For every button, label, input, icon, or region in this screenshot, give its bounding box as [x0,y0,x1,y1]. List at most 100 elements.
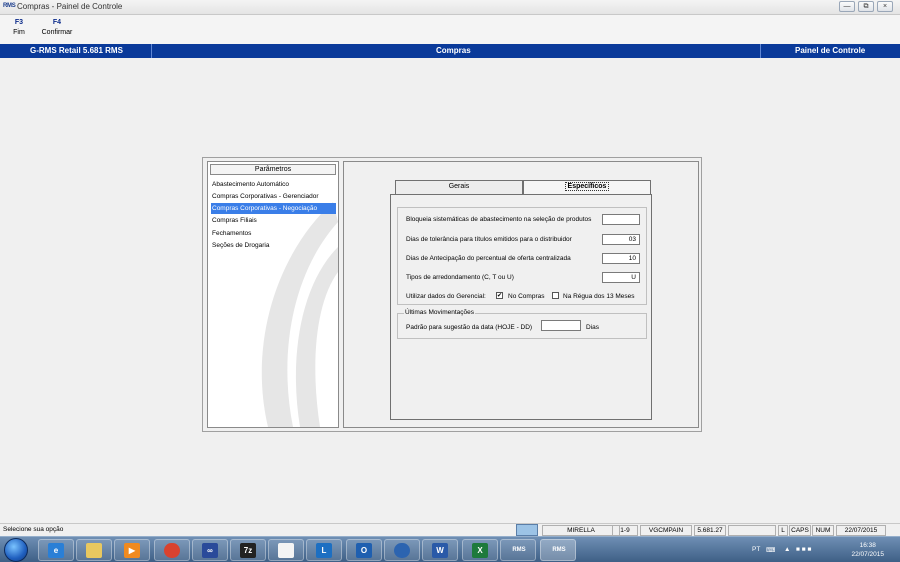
parameters-group: Bloqueia sistemáticas de abastecimento n… [397,207,647,305]
status-company: 1-9 [612,525,638,536]
parameters-header: Parâmetros [210,164,336,175]
ultimas-movimentacoes-legend: Últimas Movimentações [404,309,475,316]
minimize-button[interactable]: — [839,1,855,12]
function-key-bar: F3 Fim F4 Confirmar [0,15,900,44]
taskbar-lync[interactable]: L [306,539,342,561]
status-version: 5.681.27 [694,525,726,536]
taskbar-excel[interactable]: X [462,539,498,561]
regua-13-meses-checkbox[interactable] [552,292,559,299]
tipos-arredondamento-field[interactable]: U [602,272,640,283]
status-user: MIRELLA [542,525,620,536]
tab-especificos[interactable]: Específicos [523,180,651,195]
status-empty [728,525,776,536]
taskbar-connector[interactable]: ∞ [192,539,228,561]
param-item-abastecimento[interactable]: Abastecimento Automático [211,179,336,190]
network-icon [394,543,410,558]
taskbar-rms-1[interactable]: RMS [500,539,536,561]
keyboard-icon [516,524,538,536]
module-header-bar: G-RMS Retail 5.681 RMS Compras Painel de… [0,44,900,58]
taskbar-network[interactable] [384,539,420,561]
lync-icon: L [316,543,332,558]
param-item-secoes-drogaria[interactable]: Seções de Drogaria [211,240,336,251]
regua-13-meses-label: Na Régua dos 13 Meses [563,293,635,300]
window-title: Compras - Painel de Controle [17,2,123,11]
f3-fim-button[interactable]: F3 Fim [10,19,28,36]
tab-gerais-label: Gerais [448,183,470,190]
chrome-icon [164,543,180,558]
status-bar: Selecione sua opção MIRELLA 1-9 VGCMPAIN… [0,523,900,536]
screen-name-label: Painel de Controle [795,46,866,55]
excel-icon: X [472,543,488,558]
dias-tolerancia-label: Dias de tolerância para títulos emitidos… [406,236,572,243]
taskbar-chrome[interactable] [154,539,190,561]
internet-explorer-icon: e [48,543,64,558]
status-message: Selecione sua opção [3,526,64,533]
f3-action-label: Fim [13,29,25,36]
windows-taskbar: e ▶ ∞ 7z L O W X RMS RMS PT ⌨ ▲ ■ ■ ■ 16… [0,536,900,562]
7zip-icon: 7z [240,543,256,558]
taskbar-7zip[interactable]: 7z [230,539,266,561]
connector-icon: ∞ [202,543,218,558]
taskbar-media-player[interactable]: ▶ [114,539,150,561]
parameters-list: Parâmetros Abastecimento Automático Comp… [207,161,339,428]
taskbar-outlook[interactable]: O [346,539,382,561]
show-hidden-icons-icon[interactable]: ▲ [784,546,790,553]
dias-suffix: Dias [586,324,600,331]
status-caps: CAPS [789,525,811,536]
no-compras-label: No Compras [508,293,545,300]
taskbar-file-explorer[interactable] [76,539,112,561]
dias-tolerancia-field[interactable]: 03 [602,234,640,245]
header-divider [760,44,761,58]
clock-time: 16:38 [859,542,876,549]
status-program: VGCMPAIN [640,525,692,536]
bloqueia-field[interactable] [602,214,640,225]
f4-confirmar-button[interactable]: F4 Confirmar [38,19,76,36]
folder-icon [86,543,102,558]
app-logo-icon: RMS [3,3,16,9]
rms-icon: RMS [552,547,566,553]
header-divider [151,44,152,58]
start-button[interactable] [4,538,28,562]
param-item-compras-filiais[interactable]: Compras Filiais [211,215,336,226]
close-button[interactable]: × [877,1,893,12]
module-name-label: Compras [436,46,471,55]
tab-especificos-label: Específicos [564,182,610,191]
f3-key-label: F3 [14,19,24,26]
f4-key-label: F4 [52,19,62,26]
tab-gerais[interactable]: Gerais [395,180,523,194]
status-num: NUM [812,525,834,536]
control-panel: Parâmetros Abastecimento Automático Comp… [202,157,702,432]
ultimas-movimentacoes-group: Últimas Movimentações Padrão para sugest… [397,309,647,339]
tipos-arredondamento-label: Tipos de arredondamento (C, T ou U) [406,274,514,281]
bloqueia-label: Bloqueia sistemáticas de abastecimento n… [406,216,592,223]
status-l: L [778,525,788,536]
gerencial-label: Utilizar dados do Gerencial: [406,293,486,300]
clock-date: 22/07/2015 [851,551,884,558]
taskbar-rms-2[interactable]: RMS [540,539,576,561]
padrao-sugestao-label: Padrão para sugestão da data (HOJE - DD) [406,324,533,331]
system-clock[interactable]: 16:38 22/07/2015 [851,541,884,559]
param-item-fechamentos[interactable]: Fechamentos [211,228,336,239]
document-icon [278,543,294,558]
taskbar-internet-explorer[interactable]: e [38,539,74,561]
taskbar-word[interactable]: W [422,539,458,561]
param-item-compras-corp-gerenciador[interactable]: Compras Corporativas - Gerenciador [211,191,336,202]
f4-action-label: Confirmar [41,29,73,36]
param-item-compras-corp-negociacao[interactable]: Compras Corporativas - Negociação [211,203,336,214]
restore-button[interactable]: ⧉ [858,1,874,12]
keyboard-tray-icon[interactable]: ⌨ [766,546,775,554]
taskbar-document[interactable] [268,539,304,561]
rms-icon: RMS [512,547,526,553]
system-version-label: G-RMS Retail 5.681 RMS [30,46,123,55]
no-compras-checkbox[interactable]: ✔ [496,292,503,299]
status-date: 22/07/2015 [836,525,886,536]
language-indicator[interactable]: PT [752,546,760,553]
outlook-icon: O [356,543,372,558]
padrao-sugestao-field[interactable] [541,320,581,331]
window-title-bar: RMS Compras - Painel de Controle — ⧉ × [0,0,900,15]
tray-icons[interactable]: ■ ■ ■ [796,546,811,553]
dias-antecipacao-field[interactable]: 10 [602,253,640,264]
media-player-icon: ▶ [124,543,140,558]
word-icon: W [432,543,448,558]
dias-antecipacao-label: Dias de Antecipação do percentual de ofe… [406,255,571,262]
